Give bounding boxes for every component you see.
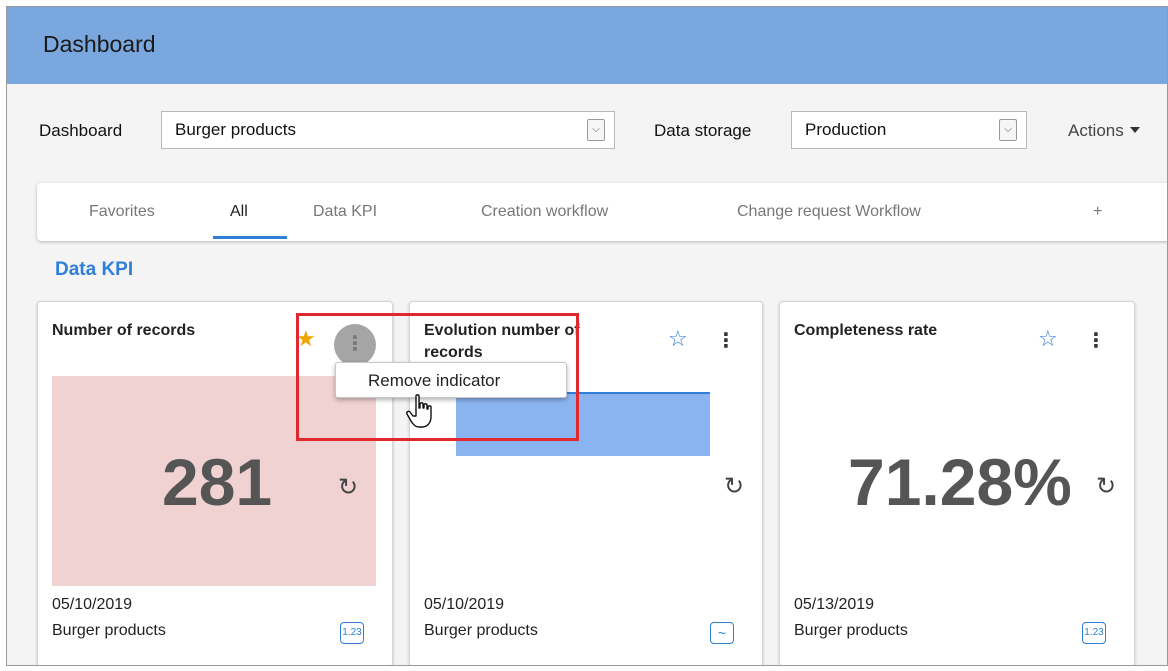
card-title: Completeness rate xyxy=(794,322,938,339)
line-chart-type-icon: ~ xyxy=(710,622,734,644)
section-title: Data KPI xyxy=(55,259,134,280)
dashboard-window: Dashboard Dashboard Burger products ⌵ Da… xyxy=(6,6,1168,666)
data-storage-select[interactable]: Production ⌵ xyxy=(791,111,1027,149)
kpi-value: 281 xyxy=(162,445,273,519)
tab-change-request-workflow[interactable]: Change request Workflow xyxy=(737,203,921,221)
card-subtitle: Burger products xyxy=(52,622,166,639)
kpi-card-completeness-rate[interactable]: Completeness rate ☆ ⋮ 71.28% ↻ 05/13/201… xyxy=(779,301,1135,665)
refresh-icon[interactable]: ↻ xyxy=(338,473,358,502)
chevron-down-icon[interactable]: ⌵ xyxy=(999,119,1017,141)
tab-favorites[interactable]: Favorites xyxy=(89,203,155,221)
kebab-menu-icon[interactable]: ⋮ xyxy=(1086,326,1106,356)
tab-data-kpi[interactable]: Data KPI xyxy=(313,203,377,221)
kebab-menu-icon[interactable]: ⋮ xyxy=(716,326,736,356)
active-tab-indicator xyxy=(213,236,287,239)
actions-label: Actions xyxy=(1068,121,1124,140)
star-outline-icon[interactable]: ☆ xyxy=(668,328,688,350)
card-date: 05/10/2019 xyxy=(52,596,133,613)
numeric-type-icon: 1.23 xyxy=(340,622,364,644)
filter-bar: Dashboard Burger products ⌵ Data storage… xyxy=(7,84,1167,172)
card-date: 05/13/2019 xyxy=(794,596,875,613)
dashboard-select-value: Burger products xyxy=(175,120,296,139)
actions-menu-button[interactable]: Actions xyxy=(1068,121,1140,141)
refresh-icon[interactable]: ↻ xyxy=(724,472,744,501)
dashboard-label: Dashboard xyxy=(39,121,123,140)
hand-pointer-icon xyxy=(406,394,432,428)
caret-down-icon xyxy=(1129,127,1140,133)
numeric-type-icon: 1.23 xyxy=(1082,622,1106,644)
refresh-icon[interactable]: ↻ xyxy=(1096,472,1116,501)
kpi-value: 71.28% xyxy=(848,445,1072,519)
data-storage-select-value: Production xyxy=(805,120,887,139)
chevron-down-icon[interactable]: ⌵ xyxy=(587,119,605,141)
page-title: Dashboard xyxy=(43,31,156,57)
tab-bar: Favorites All Data KPI Creation workflow… xyxy=(37,183,1167,241)
add-tab-button[interactable]: + xyxy=(1093,203,1102,221)
star-outline-icon[interactable]: ☆ xyxy=(1038,328,1058,350)
header-bar: Dashboard xyxy=(7,7,1167,84)
tab-all[interactable]: All xyxy=(230,203,248,221)
card-subtitle: Burger products xyxy=(794,622,908,639)
card-subtitle: Burger products xyxy=(424,622,538,639)
dashboard-select[interactable]: Burger products ⌵ xyxy=(161,111,615,149)
card-date: 05/10/2019 xyxy=(424,596,505,613)
tab-creation-workflow[interactable]: Creation workflow xyxy=(481,203,608,221)
data-storage-label: Data storage xyxy=(654,121,752,140)
card-title: Number of records xyxy=(52,322,196,339)
